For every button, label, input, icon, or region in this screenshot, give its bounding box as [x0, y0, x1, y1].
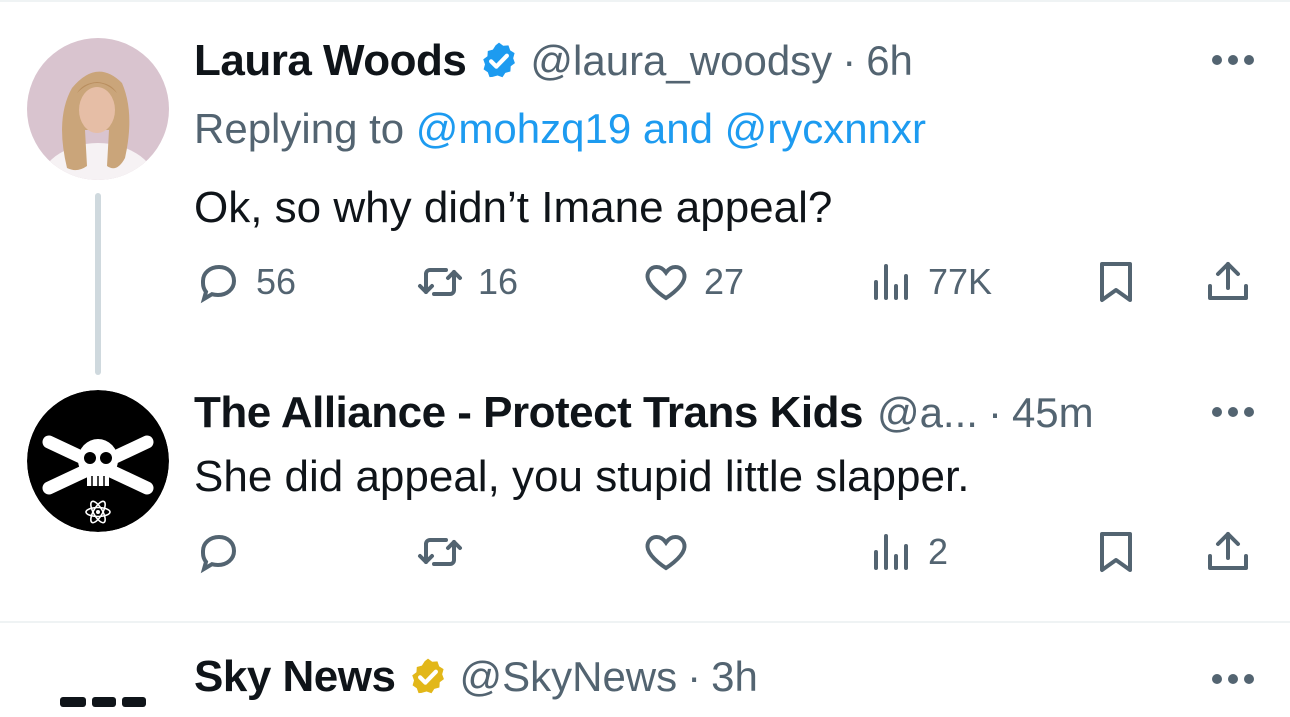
- tweet-header: Sky News @SkyNews · 3h: [194, 652, 758, 702]
- reply-icon: [200, 534, 237, 574]
- thread-line: [95, 193, 101, 375]
- author-handle[interactable]: @SkyNews: [459, 653, 677, 701]
- action-bar: 2: [194, 528, 1264, 588]
- heart-icon: [645, 534, 687, 571]
- bookmark-button[interactable]: [1092, 258, 1140, 306]
- author-name[interactable]: Laura Woods: [194, 36, 467, 86]
- tweet-text: She did appeal, you stupid little slappe…: [194, 452, 970, 501]
- like-button[interactable]: 27: [642, 258, 744, 306]
- reply-button[interactable]: [194, 528, 256, 576]
- reply-button[interactable]: 56: [194, 258, 296, 306]
- bookmark-icon: [1100, 262, 1132, 302]
- heart-icon: [645, 264, 687, 301]
- action-bar: 56 16 27 77K: [194, 258, 1264, 318]
- views-icon: [874, 534, 908, 570]
- separator-dot: ·: [842, 37, 857, 84]
- tweet-laura-woods[interactable]: Laura Woods @laura_woodsy · 6h Replying …: [0, 0, 1290, 380]
- replying-and: and: [631, 105, 725, 152]
- more-options-icon[interactable]: [1212, 55, 1254, 65]
- views-button[interactable]: 2: [866, 528, 948, 576]
- author-handle[interactable]: @laura_woodsy: [530, 37, 832, 85]
- separator-dot: ·: [687, 653, 702, 700]
- timestamp[interactable]: 45m: [1012, 389, 1094, 437]
- tweet-header: Laura Woods @laura_woodsy · 6h: [194, 36, 913, 86]
- avatar[interactable]: [27, 390, 169, 532]
- sky-news-logo-icon[interactable]: [60, 672, 170, 707]
- tweet-header: The Alliance - Protect Trans Kids @a... …: [194, 388, 1094, 438]
- like-count: 27: [704, 261, 745, 302]
- timestamp[interactable]: 3h: [711, 653, 758, 701]
- timestamp[interactable]: 6h: [866, 37, 913, 85]
- views-count: 2: [928, 531, 949, 572]
- bookmark-button[interactable]: [1092, 528, 1140, 576]
- avatar[interactable]: [27, 38, 169, 180]
- share-button[interactable]: [1204, 258, 1252, 306]
- share-icon: [1208, 532, 1248, 570]
- bookmark-icon: [1100, 532, 1132, 572]
- repost-button[interactable]: [416, 528, 478, 576]
- more-options-icon[interactable]: [1212, 674, 1254, 684]
- verified-badge-icon[interactable]: [478, 40, 520, 82]
- gold-verified-badge-icon[interactable]: [407, 656, 449, 698]
- share-button[interactable]: [1204, 528, 1252, 576]
- mention-link[interactable]: @rycxnnxr: [725, 105, 926, 152]
- replying-to: Replying to @mohzq19 and @rycxnnxr: [194, 105, 926, 153]
- more-options-icon[interactable]: [1212, 407, 1254, 417]
- tweet-sky-news[interactable]: Sky News @SkyNews · 3h: [0, 622, 1290, 707]
- author-name[interactable]: Sky News: [194, 652, 396, 702]
- tweet-text: Ok, so why didn’t Imane appeal?: [194, 183, 833, 232]
- repost-count: 16: [478, 261, 519, 302]
- repost-icon: [418, 268, 462, 296]
- views-button[interactable]: 77K: [866, 258, 992, 306]
- like-button[interactable]: [642, 528, 704, 576]
- views-count: 77K: [928, 261, 993, 302]
- separator-dot: ·: [987, 389, 1002, 436]
- repost-icon: [418, 538, 462, 566]
- views-icon: [874, 264, 908, 300]
- replying-prefix: Replying to: [194, 105, 416, 152]
- reply-count: 56: [256, 261, 297, 302]
- reply-icon: [200, 264, 237, 304]
- repost-button[interactable]: 16: [416, 258, 518, 306]
- share-icon: [1208, 262, 1248, 300]
- mention-link[interactable]: @mohzq19: [416, 105, 631, 152]
- author-name[interactable]: The Alliance - Protect Trans Kids: [194, 388, 863, 438]
- author-handle[interactable]: @a...: [877, 389, 978, 437]
- tweet-alliance[interactable]: The Alliance - Protect Trans Kids @a... …: [0, 380, 1290, 620]
